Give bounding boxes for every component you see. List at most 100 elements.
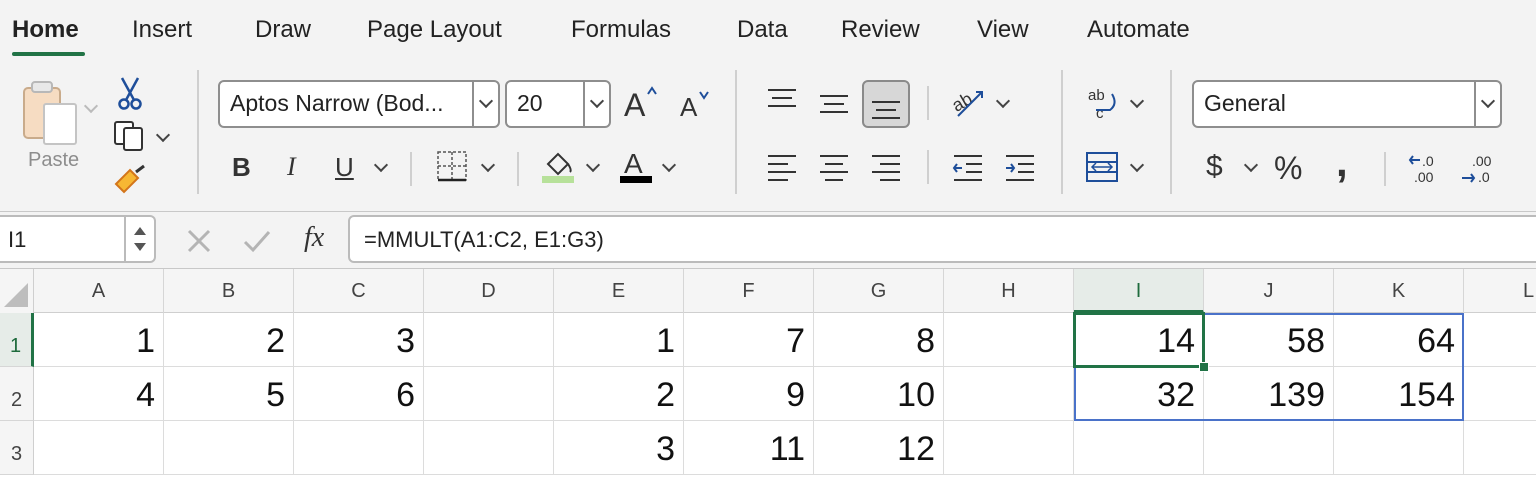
- underline-button[interactable]: U: [335, 152, 354, 183]
- column-header-g[interactable]: G: [814, 269, 944, 313]
- cell-f3[interactable]: 11: [684, 421, 814, 475]
- row-header-2[interactable]: 2: [0, 367, 34, 421]
- align-left-button[interactable]: [766, 154, 798, 182]
- tab-formulas[interactable]: Formulas: [571, 16, 671, 44]
- cell-i3[interactable]: [1074, 421, 1204, 475]
- column-header-k[interactable]: K: [1334, 269, 1464, 313]
- cell-j1[interactable]: 58: [1204, 313, 1334, 367]
- column-header-j[interactable]: J: [1204, 269, 1334, 313]
- comma-style-button[interactable]: ,: [1336, 138, 1348, 186]
- fill-color-button[interactable]: [540, 148, 576, 186]
- tab-home[interactable]: Home: [12, 16, 79, 44]
- cell-c3[interactable]: [294, 421, 424, 475]
- bold-button[interactable]: B: [232, 152, 251, 183]
- column-header-d[interactable]: D: [424, 269, 554, 313]
- tab-view[interactable]: View: [977, 16, 1029, 44]
- column-header-a[interactable]: A: [34, 269, 164, 313]
- copy-button[interactable]: [112, 120, 148, 152]
- cell-d1[interactable]: [424, 313, 554, 367]
- column-header-b[interactable]: B: [164, 269, 294, 313]
- merge-dropdown-chevron-icon[interactable]: [1129, 157, 1145, 173]
- wrap-text-dropdown-chevron-icon[interactable]: [1129, 93, 1145, 109]
- insert-function-button[interactable]: fx: [304, 222, 324, 254]
- decrease-decimal-button[interactable]: .00 .0: [1460, 150, 1500, 186]
- cell-f1[interactable]: 7: [684, 313, 814, 367]
- tab-data[interactable]: Data: [737, 16, 788, 44]
- cell-h1[interactable]: [944, 313, 1074, 367]
- orientation-dropdown-chevron-icon[interactable]: [995, 93, 1011, 109]
- cell-e1[interactable]: 1: [554, 313, 684, 367]
- tab-draw[interactable]: Draw: [255, 16, 311, 44]
- column-header-l[interactable]: L: [1464, 269, 1536, 313]
- underline-dropdown-chevron-icon[interactable]: [373, 157, 389, 173]
- tab-page-layout[interactable]: Page Layout: [367, 16, 502, 44]
- name-box[interactable]: I1: [0, 215, 156, 263]
- cell-a1[interactable]: 1: [34, 313, 164, 367]
- align-center-button[interactable]: [818, 154, 850, 182]
- fill-handle[interactable]: [1199, 362, 1209, 372]
- cell-g3[interactable]: 12: [814, 421, 944, 475]
- wrap-text-button[interactable]: ab c: [1086, 86, 1122, 122]
- column-header-h[interactable]: H: [944, 269, 1074, 313]
- cell-c2[interactable]: 6: [294, 367, 424, 421]
- cell-h3[interactable]: [944, 421, 1074, 475]
- decrease-font-size-button[interactable]: A: [678, 88, 714, 124]
- paste-button[interactable]: [18, 78, 88, 150]
- decrease-indent-button[interactable]: [952, 154, 984, 182]
- name-box-spinner[interactable]: [124, 217, 154, 261]
- merge-center-button[interactable]: [1086, 152, 1118, 182]
- cell-i1[interactable]: 14: [1074, 313, 1204, 367]
- column-header-i[interactable]: I: [1074, 269, 1204, 313]
- italic-button[interactable]: I: [287, 152, 296, 182]
- row-header-1[interactable]: 1: [0, 313, 34, 367]
- cell-d2[interactable]: [424, 367, 554, 421]
- cell-a3[interactable]: [34, 421, 164, 475]
- tab-insert[interactable]: Insert: [132, 16, 192, 44]
- cell-b2[interactable]: 5: [164, 367, 294, 421]
- cell-g1[interactable]: 8: [814, 313, 944, 367]
- column-header-f[interactable]: F: [684, 269, 814, 313]
- cell-e3[interactable]: 3: [554, 421, 684, 475]
- align-right-button[interactable]: [870, 154, 902, 182]
- increase-indent-button[interactable]: [1004, 154, 1036, 182]
- cell-i2[interactable]: 32: [1074, 367, 1204, 421]
- fill-color-dropdown-chevron-icon[interactable]: [585, 157, 601, 173]
- increase-decimal-button[interactable]: .0 .00: [1406, 150, 1446, 186]
- cell-h2[interactable]: [944, 367, 1074, 421]
- cell-k1[interactable]: 64: [1334, 313, 1464, 367]
- tab-automate[interactable]: Automate: [1087, 16, 1190, 44]
- copy-dropdown-chevron-icon[interactable]: [155, 127, 171, 143]
- currency-dropdown-chevron-icon[interactable]: [1243, 157, 1259, 173]
- cell-d3[interactable]: [424, 421, 554, 475]
- confirm-entry-button[interactable]: [242, 228, 272, 254]
- align-top-button[interactable]: [766, 88, 798, 116]
- percent-style-button[interactable]: %: [1274, 150, 1302, 187]
- cell-b1[interactable]: 2: [164, 313, 294, 367]
- borders-button[interactable]: [436, 150, 468, 182]
- cell-k2[interactable]: 154: [1334, 367, 1464, 421]
- cell-c1[interactable]: 3: [294, 313, 424, 367]
- cell-e2[interactable]: 2: [554, 367, 684, 421]
- cell-j3[interactable]: [1204, 421, 1334, 475]
- font-color-button[interactable]: A: [618, 148, 654, 186]
- number-format-dropdown[interactable]: General: [1192, 80, 1502, 128]
- cell-j2[interactable]: 139: [1204, 367, 1334, 421]
- cell-k3[interactable]: [1334, 421, 1464, 475]
- cut-button[interactable]: [116, 76, 144, 110]
- formula-input[interactable]: =MMULT(A1:C2, E1:G3): [348, 215, 1536, 263]
- currency-format-button[interactable]: $: [1206, 150, 1223, 184]
- cell-l3[interactable]: [1464, 421, 1536, 475]
- cell-f2[interactable]: 9: [684, 367, 814, 421]
- format-painter-button[interactable]: [112, 164, 148, 196]
- column-header-e[interactable]: E: [554, 269, 684, 313]
- orientation-button[interactable]: ab: [948, 84, 988, 122]
- font-name-dropdown[interactable]: Aptos Narrow (Bod...: [218, 80, 500, 128]
- cell-l1[interactable]: [1464, 313, 1536, 367]
- column-header-c[interactable]: C: [294, 269, 424, 313]
- cancel-entry-button[interactable]: [186, 228, 212, 254]
- select-all-button[interactable]: [0, 269, 34, 313]
- cell-a2[interactable]: 4: [34, 367, 164, 421]
- align-bottom-button[interactable]: [862, 80, 910, 128]
- borders-dropdown-chevron-icon[interactable]: [480, 157, 496, 173]
- increase-font-size-button[interactable]: A: [622, 84, 662, 124]
